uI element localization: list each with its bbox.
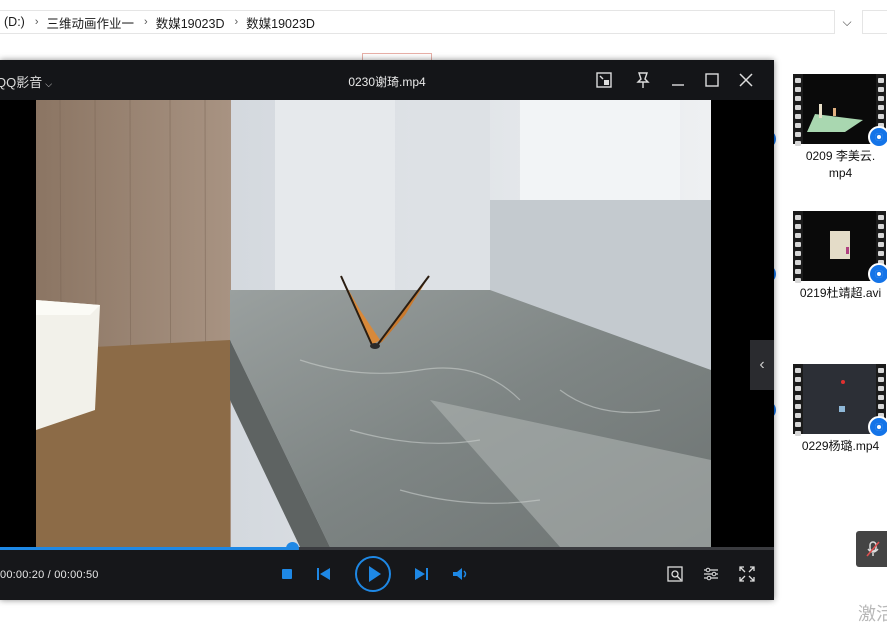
mini-mode-icon[interactable] [594,70,614,90]
next-icon[interactable] [414,567,430,581]
file-name: 0209 李美云. mp4 [805,149,876,180]
video-file-icon [793,74,887,148]
mute-notification-button[interactable] [856,531,887,567]
file-item[interactable]: 0209 李美云. mp4 [788,74,887,182]
settings-sliders-icon[interactable] [703,566,719,582]
chevron-down-icon[interactable]: ⌵ [835,10,859,34]
breadcrumb-folder-2[interactable]: 数媒19023D [152,13,231,32]
stop-icon[interactable] [281,567,295,581]
qq-player-badge-icon [868,263,887,285]
address-bar: (D:) › 三维动画作业一 › 数媒19023D › 数媒19023D ⌵ [0,0,887,44]
video-player-window: QQ影音 ⌵ 0230谢琦.mp4 ‹ 00:00:20 / 00:00:50 [0,60,774,600]
minimize-icon[interactable] [668,70,688,90]
activation-watermark-text: 激活 [858,604,887,624]
time-separator: / [44,569,55,581]
chevron-right-icon: › [34,16,39,28]
chevron-right-icon: › [144,16,148,28]
file-name: 0229杨璐.mp4 [801,439,880,453]
video-title: 0230谢琦.mp4 [348,75,426,89]
breadcrumb-drive[interactable]: (D:) [0,15,31,29]
player-title-bar[interactable]: QQ影音 ⌵ 0230谢琦.mp4 [0,60,774,100]
volume-icon[interactable] [452,567,470,581]
video-frame[interactable]: ‹ [0,100,774,547]
fullscreen-icon[interactable] [739,566,755,582]
file-item[interactable]: 0229杨璐.mp4 [788,364,887,455]
chevron-left-icon[interactable]: ‹ [750,340,774,390]
chevron-right-icon: › [234,16,239,28]
close-icon[interactable] [736,70,756,90]
play-button[interactable] [355,556,391,592]
time-display: 00:00:20 / 00:00:50 [0,569,99,581]
qq-player-badge-icon [868,416,887,438]
video-file-icon [793,211,887,285]
maximize-icon[interactable] [702,70,722,90]
file-item[interactable]: 0219杜靖超.avi [788,211,887,302]
refresh-button[interactable] [862,10,887,34]
mic-off-icon [866,541,880,557]
video-file-icon [793,364,887,438]
screenshot-icon[interactable] [667,566,683,582]
breadcrumb-folder-3[interactable]: 数媒19023D [242,13,321,32]
pin-icon[interactable] [633,70,653,90]
file-name: 0219杜靖超.avi [799,286,882,300]
breadcrumb[interactable]: (D:) › 三维动画作业一 › 数媒19023D › 数媒19023D [0,10,835,34]
time-total: 00:00:50 [54,569,99,581]
player-controls: 00:00:20 / 00:00:50 [0,550,774,600]
time-current: 00:00:20 [0,569,45,581]
video-scene-image [36,100,711,547]
qq-player-badge-icon [868,126,887,148]
breadcrumb-folder-1[interactable]: 三维动画作业一 [43,13,141,32]
previous-icon[interactable] [316,567,332,581]
